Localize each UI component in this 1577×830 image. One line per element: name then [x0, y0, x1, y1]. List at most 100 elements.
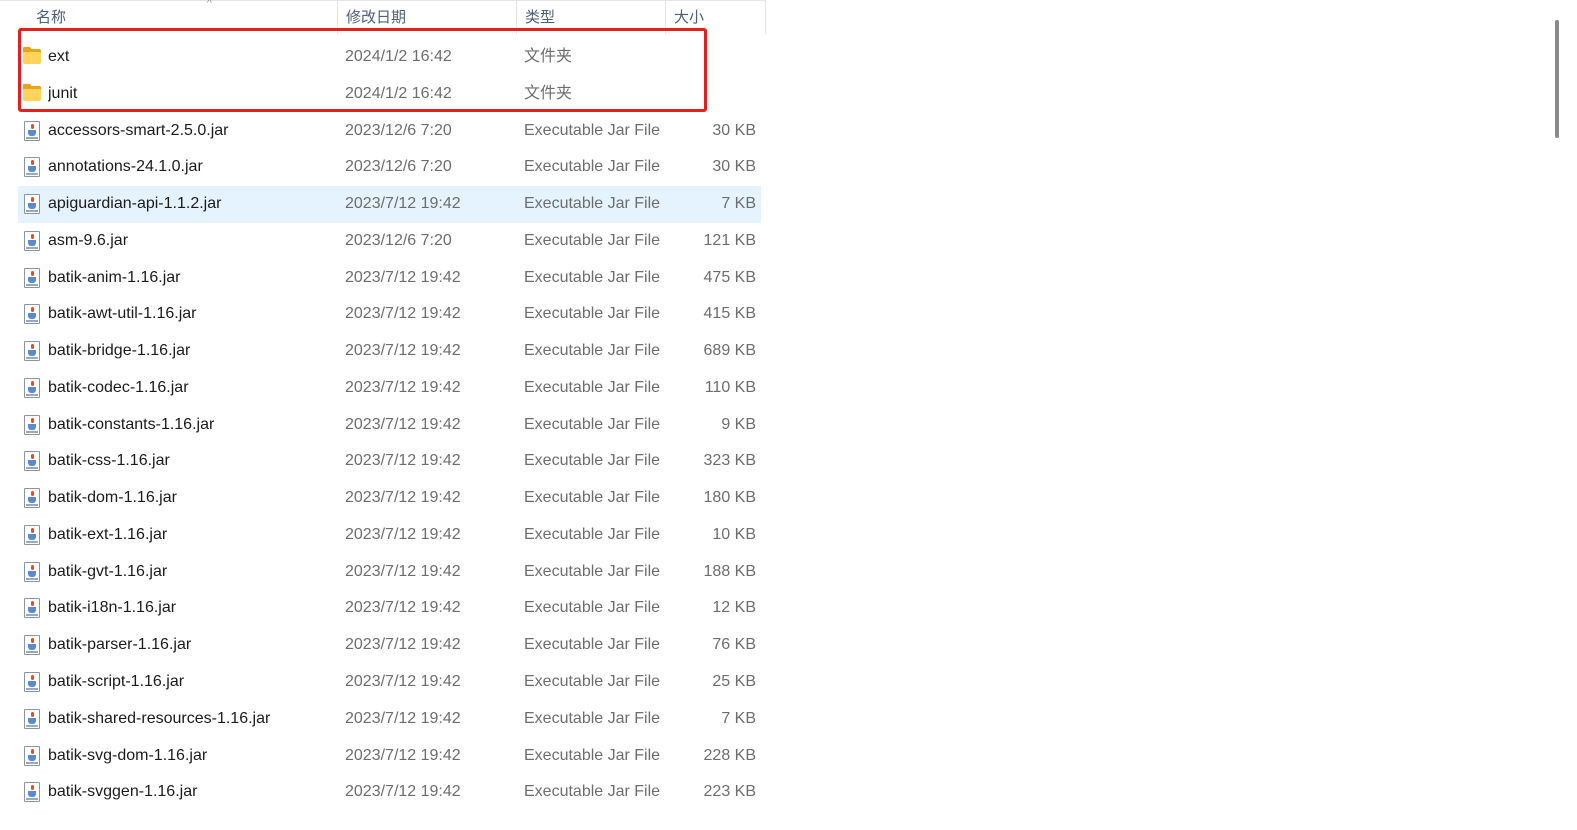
file-modified-date: 2023/7/12 19:42: [345, 195, 461, 213]
file-name: batik-shared-resources-1.16.jar: [48, 709, 271, 727]
file-modified-date: 2023/7/12 19:42: [345, 636, 461, 654]
file-name: ext: [48, 48, 70, 65]
file-type: Executable Jar File: [524, 158, 661, 176]
column-header-size-label: 大小: [674, 9, 705, 26]
file-name: annotations-24.1.0.jar: [48, 158, 203, 176]
jar-file-icon: [23, 230, 42, 251]
file-row[interactable]: batik-constants-1.16.jar 2023/7/12 19:42 E…: [18, 407, 761, 444]
file-modified-date: 2023/7/12 19:42: [345, 489, 461, 507]
file-size: 30 KB: [712, 158, 756, 176]
file-row[interactable]: batik-shared-resources-1.16.jar 2023/7/12…: [18, 701, 761, 738]
vertical-scrollbar[interactable]: [1555, 20, 1559, 138]
file-row[interactable]: batik-codec-1.16.jar 2023/7/12 19:42 Execu…: [18, 370, 761, 407]
file-type: Executable Jar File: [524, 415, 661, 433]
column-header-bar: 名称 ^ 修改日期 类型 大小: [0, 0, 766, 34]
jar-file-icon: [23, 267, 42, 288]
file-modified-date: 2023/7/12 19:42: [345, 599, 461, 617]
folder-icon: [23, 47, 42, 67]
jar-file-icon: [23, 561, 42, 582]
jar-file-icon: [23, 120, 42, 141]
file-size: 30 KB: [712, 121, 756, 139]
file-type: 文件夹: [524, 84, 573, 102]
file-row[interactable]: asm-9.6.jar 2023/12/6 7:20 Executable Jar …: [18, 223, 761, 260]
file-size: 223 KB: [703, 783, 756, 801]
file-row[interactable]: batik-ext-1.16.jar 2023/7/12 19:42 Executa…: [18, 517, 761, 554]
file-size: 475 KB: [703, 268, 756, 286]
file-row[interactable]: batik-gvt-1.16.jar 2023/7/12 19:42 Executa…: [18, 554, 761, 591]
folder-icon: [23, 83, 42, 104]
jar-file-icon: [23, 745, 42, 766]
file-modified-date: 2024/1/2 16:42: [345, 84, 452, 102]
column-header-date[interactable]: 修改日期: [338, 1, 517, 34]
file-modified-date: 2023/7/12 19:42: [345, 709, 461, 727]
file-modified-date: 2023/7/12 19:42: [345, 342, 461, 360]
file-type: Executable Jar File: [524, 452, 661, 470]
file-row[interactable]: batik-svggen-1.16.jar 2023/7/12 19:42 Exec…: [18, 774, 761, 811]
file-type: Executable Jar File: [524, 231, 661, 249]
file-name: batik-constants-1.16.jar: [48, 415, 215, 433]
file-modified-date: 2023/12/6 7:20: [345, 158, 452, 176]
file-size: 121 KB: [703, 231, 756, 249]
jar-file-icon: [23, 194, 42, 215]
file-list: ext 2024/1/2 16:42 文件夹 junit 2024/1/2 16:42 文…: [18, 39, 761, 811]
file-row[interactable]: accessors-smart-2.5.0.jar 2023/12/6 7:20 E…: [18, 113, 761, 150]
file-size: 180 KB: [703, 489, 756, 507]
file-row[interactable]: annotations-24.1.0.jar 2023/12/6 7:20 Exec…: [18, 149, 761, 186]
column-header-date-label: 修改日期: [346, 9, 407, 26]
column-header-type[interactable]: 类型: [517, 1, 666, 34]
jar-file-icon: [23, 377, 42, 398]
column-header-size[interactable]: 大小: [666, 1, 766, 34]
file-type: Executable Jar File: [524, 709, 661, 727]
file-modified-date: 2023/7/12 19:42: [345, 746, 461, 764]
jar-file-icon: [23, 708, 42, 729]
file-row[interactable]: batik-svg-dom-1.16.jar 2023/7/12 19:42 Exe…: [18, 738, 761, 775]
file-row[interactable]: batik-awt-util-1.16.jar 2023/7/12 19:42 Ex…: [18, 296, 761, 333]
file-type: 文件夹: [524, 48, 573, 65]
file-row[interactable]: batik-script-1.16.jar 2023/7/12 19:42 Exec…: [18, 664, 761, 701]
file-size: 10 KB: [712, 525, 756, 543]
file-size: 228 KB: [703, 746, 756, 764]
file-modified-date: 2023/7/12 19:42: [345, 305, 461, 323]
file-size: 110 KB: [704, 378, 756, 396]
file-modified-date: 2023/7/12 19:42: [345, 452, 461, 470]
file-row[interactable]: batik-css-1.16.jar 2023/7/12 19:42 Executa…: [18, 443, 761, 480]
file-name: batik-anim-1.16.jar: [48, 268, 181, 286]
file-modified-date: 2023/7/12 19:42: [345, 268, 461, 286]
file-size: 12 KB: [712, 599, 756, 617]
file-size: 415 KB: [703, 305, 756, 323]
file-modified-date: 2024/1/2 16:42: [345, 48, 452, 65]
file-modified-date: 2023/7/12 19:42: [345, 783, 461, 801]
column-header-name[interactable]: 名称 ^: [28, 0, 338, 34]
file-name: batik-dom-1.16.jar: [48, 489, 177, 507]
jar-file-icon: [23, 672, 42, 693]
file-size: 188 KB: [703, 562, 756, 580]
file-modified-date: 2023/7/12 19:42: [345, 415, 461, 433]
file-name: batik-parser-1.16.jar: [48, 636, 192, 654]
file-name: batik-codec-1.16.jar: [48, 378, 189, 396]
jar-file-icon: [23, 488, 42, 509]
jar-file-icon: [23, 524, 42, 545]
file-modified-date: 2023/7/12 19:42: [345, 562, 461, 580]
file-row[interactable]: ext 2024/1/2 16:42 文件夹: [18, 39, 761, 76]
file-modified-date: 2023/7/12 19:42: [345, 378, 461, 396]
file-modified-date: 2023/12/6 7:20: [345, 231, 452, 249]
file-row[interactable]: apiguardian-api-1.1.2.jar 2023/7/12 19:42…: [18, 186, 761, 223]
file-row[interactable]: batik-anim-1.16.jar 2023/7/12 19:42 Execut…: [18, 260, 761, 297]
file-row[interactable]: batik-bridge-1.16.jar 2023/7/12 19:42 Exec…: [18, 333, 761, 370]
jar-file-icon: [23, 451, 42, 472]
file-row[interactable]: batik-parser-1.16.jar 2023/7/12 19:42 Exec…: [18, 627, 761, 664]
file-name: apiguardian-api-1.1.2.jar: [48, 195, 222, 213]
file-name: accessors-smart-2.5.0.jar: [48, 121, 229, 139]
file-size: 76 KB: [712, 636, 756, 654]
file-name: batik-svggen-1.16.jar: [48, 783, 198, 801]
jar-file-icon: [23, 341, 42, 362]
file-name: batik-gvt-1.16.jar: [48, 562, 168, 580]
file-row[interactable]: junit 2024/1/2 16:42 文件夹: [18, 76, 761, 113]
file-size: 9 KB: [721, 415, 756, 433]
file-type: Executable Jar File: [524, 195, 661, 213]
file-name: batik-i18n-1.16.jar: [48, 599, 177, 617]
sort-ascending-icon: ^: [207, 0, 212, 9]
file-row[interactable]: batik-i18n-1.16.jar 2023/7/12 19:42 Execut…: [18, 590, 761, 627]
file-type: Executable Jar File: [524, 489, 661, 507]
file-row[interactable]: batik-dom-1.16.jar 2023/7/12 19:42 Executa…: [18, 480, 761, 517]
